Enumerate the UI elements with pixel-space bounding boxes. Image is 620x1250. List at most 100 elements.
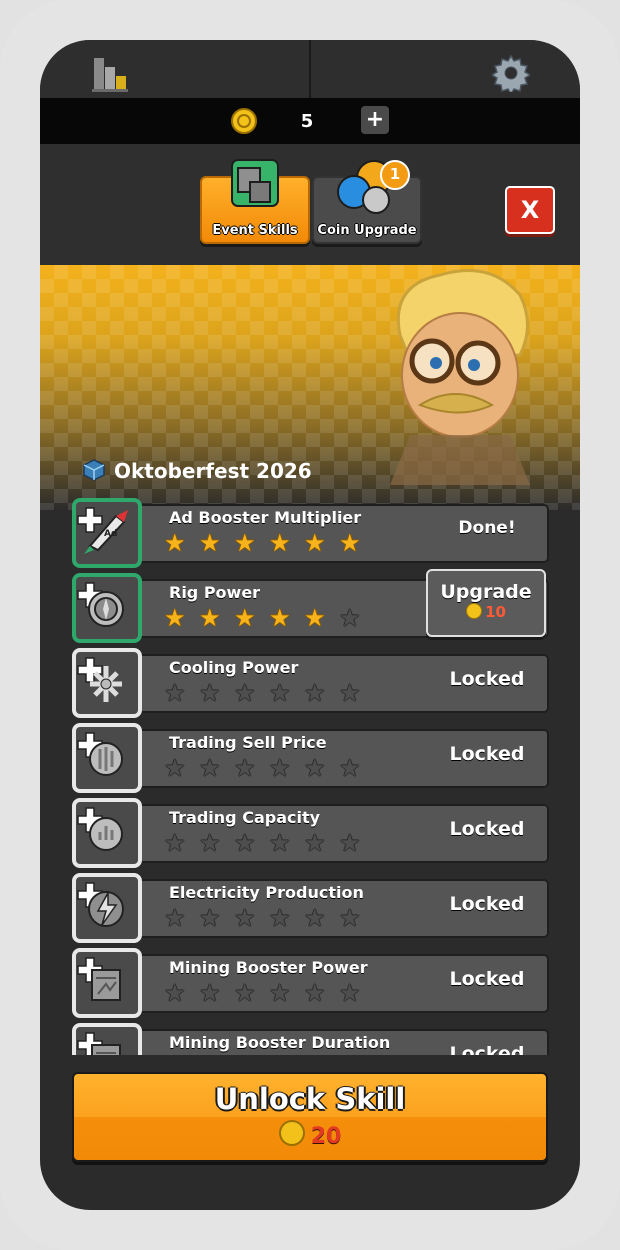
skill-name: Rig Power	[169, 583, 261, 602]
upgrade-cost-value: 10	[485, 603, 506, 621]
skill-status-locked: Locked	[449, 893, 525, 915]
currency-bar: 5 +	[40, 98, 580, 144]
tab-coin-upgrade[interactable]: Coin Upgrade	[312, 160, 422, 244]
coin-count: 5	[300, 111, 314, 132]
booster-card-icon	[77, 1032, 121, 1055]
star-empty-icon: ★	[199, 829, 221, 857]
skill-list[interactable]: Ad Ad Booster Multiplier ★ ★ ★ ★ ★ ★ Done! Rig Po…	[40, 495, 580, 1055]
star-filled-icon: ★	[164, 604, 186, 632]
skill-status-locked: Locked	[449, 818, 525, 840]
skill-icon-frame: Ad	[72, 498, 142, 568]
upgrade-label: Upgrade	[440, 581, 532, 603]
star-empty-icon: ★	[304, 979, 326, 1007]
star-empty-icon: ★	[269, 829, 291, 857]
turbine-icon	[77, 582, 124, 627]
event-box-icon	[83, 459, 105, 481]
upgrade-cost: 10	[428, 603, 544, 621]
unlock-skill-button[interactable]: Unlock Skill 20	[72, 1072, 548, 1162]
star-empty-icon: ★	[199, 904, 221, 932]
professor-character-image	[390, 269, 530, 485]
skill-stars: ★ ★ ★ ★ ★ ★	[164, 905, 374, 931]
star-filled-icon: ★	[164, 529, 186, 557]
star-empty-icon: ★	[164, 679, 186, 707]
skill-stars: ★ ★ ★ ★ ★ ★	[164, 980, 374, 1006]
skill-row[interactable]: Trading Sell Price ★ ★ ★ ★ ★ ★ Locked	[72, 723, 549, 793]
star-empty-icon: ★	[199, 754, 221, 782]
skill-row[interactable]: Ad Ad Booster Multiplier ★ ★ ★ ★ ★ ★ Done!	[72, 498, 549, 568]
star-filled-icon: ★	[304, 529, 326, 557]
star-filled-icon: ★	[339, 529, 361, 557]
tab-event-skills-label: Event Skills	[212, 223, 298, 238]
skill-status-locked: Locked	[449, 968, 525, 990]
unlock-skill-label: Unlock Skill	[214, 1082, 406, 1116]
star-empty-icon: ★	[304, 904, 326, 932]
event-skills-icon	[231, 159, 279, 207]
coin-icon	[278, 1120, 305, 1146]
star-empty-icon: ★	[164, 754, 186, 782]
tab-coin-upgrade-label: Coin Upgrade	[317, 223, 417, 238]
star-empty-icon: ★	[234, 904, 256, 932]
skill-name: Mining Booster Duration	[169, 1033, 391, 1052]
booster-card-icon	[77, 957, 121, 1001]
skill-stars: ★ ★ ★ ★ ★ ★	[164, 530, 374, 556]
skill-row[interactable]: Mining Booster Duration★★★★★★Locked	[72, 1023, 549, 1055]
skill-icon-frame	[72, 873, 142, 943]
skill-icon-frame	[72, 1023, 142, 1055]
star-empty-icon: ★	[199, 979, 221, 1007]
skill-icon-frame	[72, 798, 142, 868]
skill-status-locked: Locked	[449, 743, 525, 765]
star-empty-icon: ★	[199, 679, 221, 707]
skill-name: Trading Capacity	[169, 808, 321, 827]
event-title: Oktoberfest 2026	[114, 459, 312, 483]
close-button[interactable]: X	[505, 186, 555, 234]
top-bar-divider	[309, 40, 311, 98]
star-filled-icon: ★	[304, 604, 326, 632]
skill-row[interactable]: Electricity Production ★ ★ ★ ★ ★ ★ Locked	[72, 873, 549, 943]
svg-text:Ad: Ad	[104, 529, 117, 539]
dollar-gauge-icon	[77, 732, 123, 776]
star-empty-icon: ★	[339, 904, 361, 932]
star-empty-icon: ★	[234, 979, 256, 1007]
star-empty-icon: ★	[234, 754, 256, 782]
star-empty-icon: ★	[269, 904, 291, 932]
add-coins-button[interactable]: +	[361, 106, 389, 134]
skill-status-locked: Locked	[449, 668, 525, 690]
skill-name: Mining Booster Power	[169, 958, 368, 977]
star-empty-icon: ★	[304, 754, 326, 782]
star-filled-icon: ★	[269, 529, 291, 557]
star-empty-icon: ★	[339, 754, 361, 782]
gauge-icon	[77, 807, 123, 851]
lightning-icon	[77, 882, 124, 927]
skill-name: Cooling Power	[169, 658, 299, 677]
skill-icon-frame	[72, 648, 142, 718]
star-empty-icon: ★	[339, 829, 361, 857]
skill-row[interactable]: Cooling Power ★ ★ ★ ★ ★ ★ Locked	[72, 648, 549, 718]
star-empty-icon: ★	[304, 679, 326, 707]
star-empty-icon: ★	[164, 829, 186, 857]
skill-row[interactable]: Mining Booster Power ★ ★ ★ ★ ★ ★ Locked	[72, 948, 549, 1018]
star-filled-icon: ★	[234, 604, 256, 632]
star-empty-icon: ★	[339, 604, 361, 632]
leaderboard-icon[interactable]	[92, 54, 132, 94]
skill-stars: ★ ★ ★ ★ ★ ★	[164, 680, 374, 706]
gear-icon[interactable]	[492, 54, 530, 92]
star-empty-icon: ★	[339, 979, 361, 1007]
unlock-skill-cost-value: 20	[310, 1124, 342, 1149]
skill-icon-frame	[72, 948, 142, 1018]
skill-name: Electricity Production	[169, 883, 364, 902]
coin-icon	[231, 108, 257, 134]
upgrade-button[interactable]: Upgrade 10	[426, 569, 546, 637]
star-empty-icon: ★	[304, 829, 326, 857]
star-empty-icon: ★	[269, 979, 291, 1007]
skill-stars: ★ ★ ★ ★ ★ ★	[164, 830, 374, 856]
star-empty-icon: ★	[339, 679, 361, 707]
skill-status-locked: Locked	[449, 1043, 525, 1055]
skill-name: Ad Booster Multiplier	[169, 508, 362, 527]
star-empty-icon: ★	[164, 904, 186, 932]
star-filled-icon: ★	[234, 529, 256, 557]
game-screen: 5 + Event Skills Coin Upgrade 1 X Oktobe…	[40, 40, 580, 1210]
skill-row[interactable]: Trading Capacity ★ ★ ★ ★ ★ ★ Locked	[72, 798, 549, 868]
skill-row[interactable]: Rig Power ★ ★ ★ ★ ★ ★ Upgrade 10	[72, 569, 549, 643]
skill-icon-frame	[72, 573, 142, 643]
tab-event-skills[interactable]: Event Skills	[200, 159, 310, 244]
